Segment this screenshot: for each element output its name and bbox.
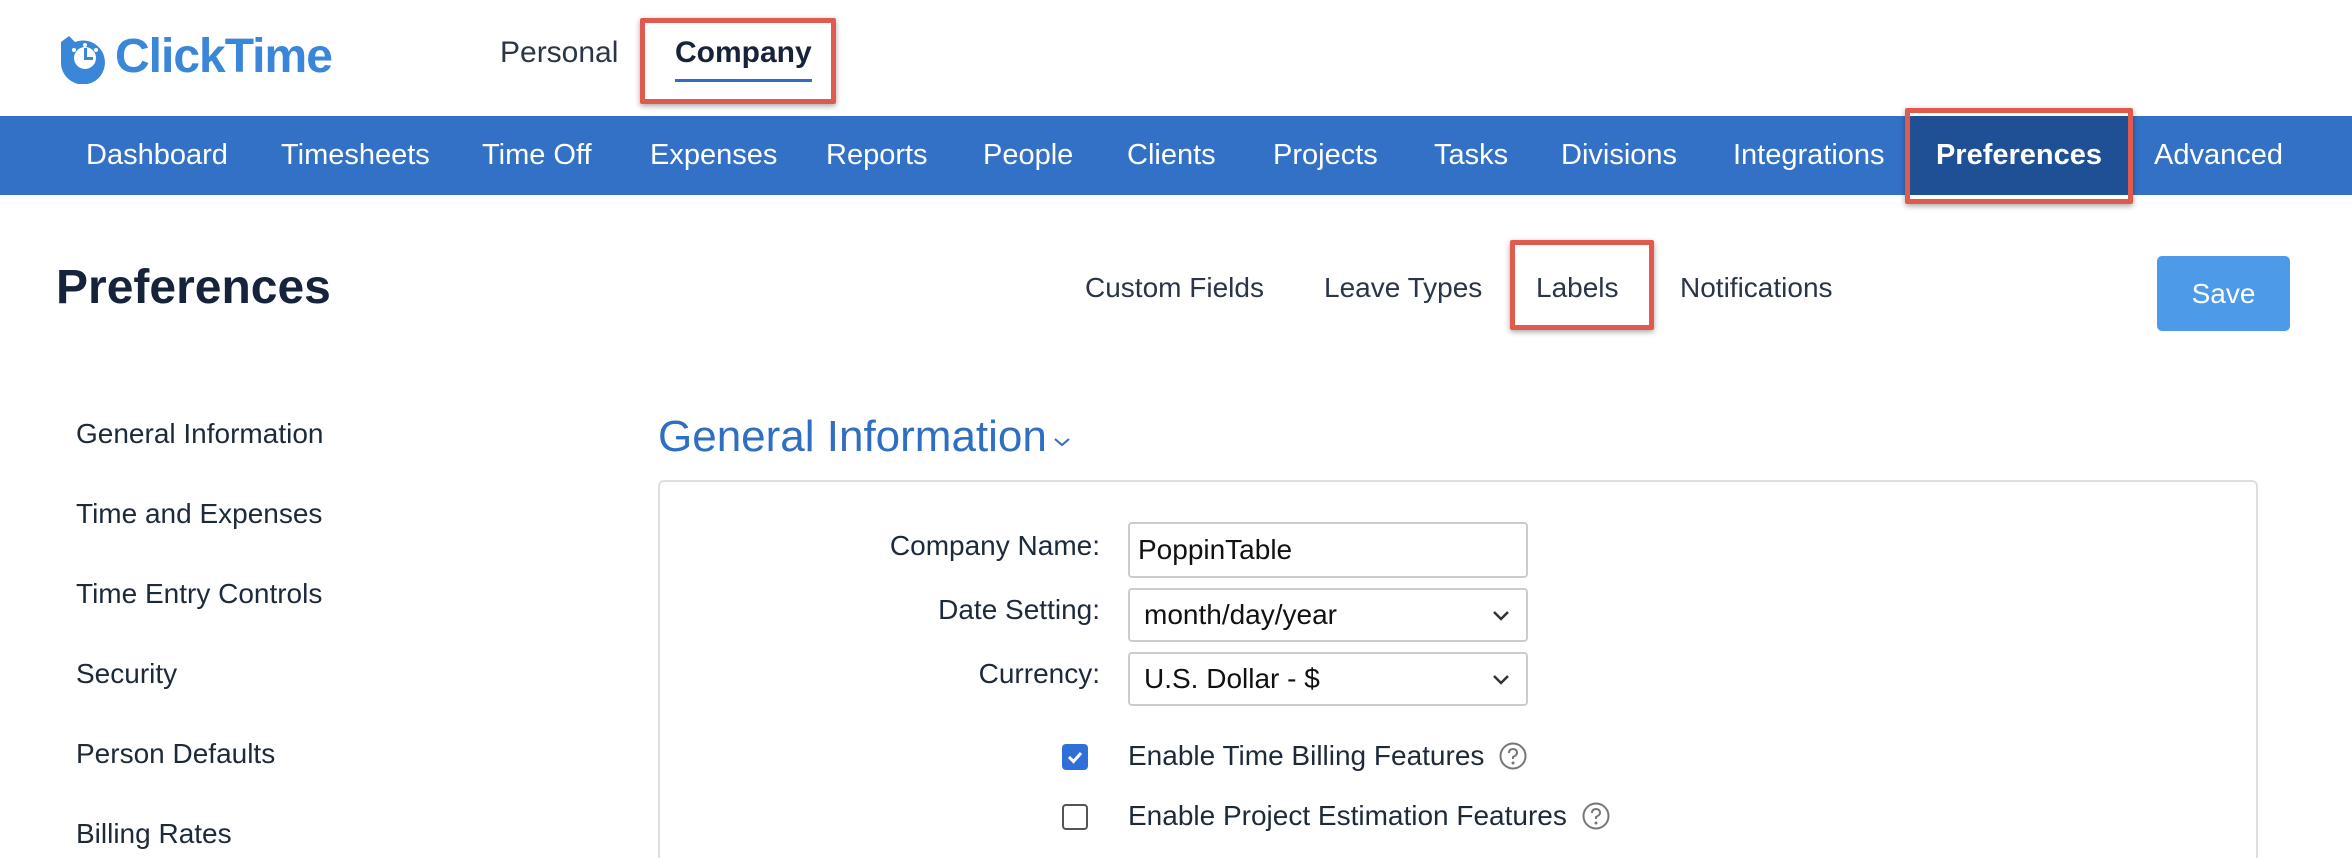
nav-item-divisions[interactable]: Divisions [1561,116,1677,195]
tab-personal[interactable]: Personal [500,36,618,70]
nav-item-integrations[interactable]: Integrations [1733,116,1885,195]
nav-item-timesheets[interactable]: Timesheets [281,116,430,195]
enable-project-estimation-label[interactable]: Enable Project Estimation Features [1128,800,1567,832]
page: ClickTime Personal Company Dashboard Tim… [0,0,2352,858]
date-setting-select[interactable]: month/day/year [1128,588,1528,642]
sidebar-item-billing-rates[interactable]: Billing Rates [76,818,232,850]
nav-item-expenses[interactable]: Expenses [650,116,777,195]
enable-time-billing-row: Enable Time Billing Features [1128,740,1528,772]
section-title[interactable]: General Information [658,412,1071,462]
company-name-input[interactable] [1128,522,1528,578]
enable-time-billing-checkbox[interactable] [1062,744,1088,770]
nav-item-people[interactable]: People [983,116,1073,195]
currency-select[interactable]: U.S. Dollar - $ [1128,652,1528,706]
chevron-down-icon [1493,611,1509,621]
tab-company[interactable]: Company [675,36,812,82]
tab-notifications[interactable]: Notifications [1680,272,1833,304]
save-button[interactable]: Save [2157,256,2290,331]
company-name-label: Company Name: [889,530,1100,561]
date-setting-value: month/day/year [1144,599,1337,630]
nav-item-advanced[interactable]: Advanced [2154,116,2283,195]
nav-item-clients[interactable]: Clients [1127,116,1216,195]
checkmark-icon [1067,752,1083,764]
main-nav: Dashboard Timesheets Time Off Expenses R… [0,116,2352,195]
tab-company-label: Company [675,36,812,69]
chevron-down-icon [1054,438,1070,447]
sidebar-item-person-defaults[interactable]: Person Defaults [76,738,275,770]
clock-logo-icon [61,36,105,84]
nav-item-preferences[interactable]: Preferences [1910,116,2128,195]
nav-item-projects[interactable]: Projects [1273,116,1378,195]
logo-text: ClickTime [115,29,333,83]
nav-item-dashboard[interactable]: Dashboard [86,116,228,195]
enable-project-estimation-checkbox[interactable] [1062,804,1088,830]
chevron-down-icon [1493,675,1509,685]
tab-leave-types[interactable]: Leave Types [1324,272,1482,304]
section-title-text: General Information [658,412,1047,461]
nav-item-time-off[interactable]: Time Off [482,116,592,195]
help-icon[interactable] [1498,741,1528,771]
sidebar-item-general-information[interactable]: General Information [76,418,323,450]
sidebar-item-time-and-expenses[interactable]: Time and Expenses [76,498,322,530]
tab-company-underline [675,79,812,82]
nav-item-tasks[interactable]: Tasks [1434,116,1508,195]
sidebar-item-time-entry-controls[interactable]: Time Entry Controls [76,578,322,610]
date-setting-label: Date Setting: [938,594,1100,625]
tab-labels[interactable]: Labels [1536,272,1619,304]
sidebar-item-security[interactable]: Security [76,658,177,690]
enable-project-estimation-row: Enable Project Estimation Features [1128,800,1611,832]
help-icon[interactable] [1581,801,1611,831]
nav-item-reports[interactable]: Reports [826,116,928,195]
currency-value: U.S. Dollar - $ [1144,663,1320,694]
tab-custom-fields[interactable]: Custom Fields [1085,272,1264,304]
page-title: Preferences [56,261,331,314]
enable-time-billing-label[interactable]: Enable Time Billing Features [1128,740,1484,772]
currency-label: Currency: [978,658,1100,689]
clicktime-logo[interactable]: ClickTime [55,28,333,84]
